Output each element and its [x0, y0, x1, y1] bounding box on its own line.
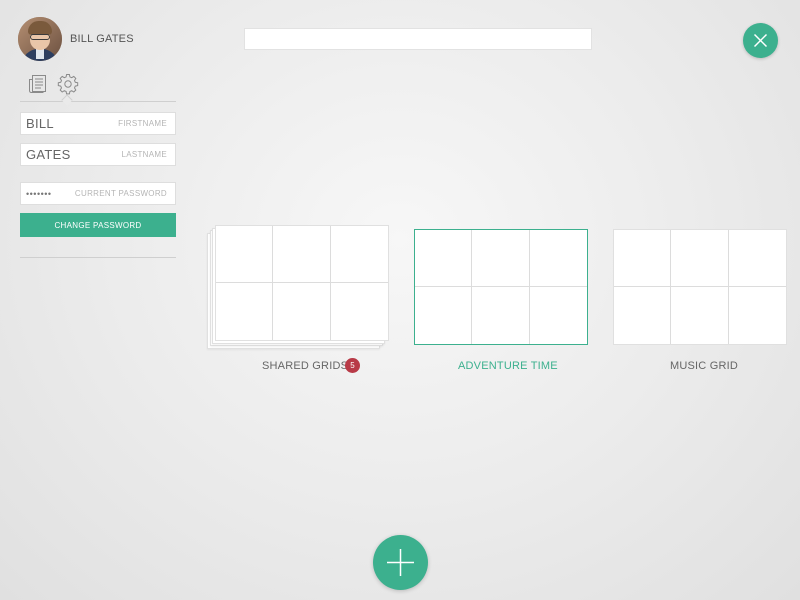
grid-label-adventure-time[interactable]: ADVENTURE TIME — [458, 360, 558, 372]
add-grid-button[interactable] — [373, 535, 428, 590]
current-password-value[interactable]: ••••••• — [26, 189, 52, 199]
sidebar-divider — [20, 257, 176, 258]
grid-label-shared-grids[interactable]: SHARED GRIDS — [262, 360, 348, 372]
shared-count-badge: 5 — [345, 358, 360, 373]
sidebar-tabs — [20, 70, 176, 106]
firstname-field[interactable]: BILL FIRSTNAME — [20, 112, 176, 135]
gear-icon[interactable] — [56, 72, 80, 96]
grid-thumbnail — [414, 229, 588, 345]
firstname-value[interactable]: BILL — [26, 116, 54, 131]
grid-thumbnail — [613, 229, 787, 345]
user-profile: BILL GATES — [18, 17, 134, 61]
close-button[interactable] — [743, 23, 778, 58]
grid-card-shared-grids[interactable] — [207, 225, 392, 355]
grid-thumbnail — [215, 225, 389, 341]
current-password-label: CURRENT PASSWORD — [74, 189, 167, 198]
lastname-label: LASTNAME — [121, 150, 167, 159]
grid-card-music-grid[interactable] — [613, 229, 787, 345]
grid-card-adventure-time[interactable] — [414, 229, 588, 345]
lastname-value[interactable]: GATES — [26, 147, 71, 162]
lastname-field[interactable]: GATES LASTNAME — [20, 143, 176, 166]
grid-label-music-grid[interactable]: MUSIC GRID — [670, 360, 738, 372]
search-input[interactable] — [244, 28, 592, 50]
avatar[interactable] — [18, 17, 62, 61]
close-icon — [753, 33, 768, 48]
current-password-field[interactable]: ••••••• CURRENT PASSWORD — [20, 182, 176, 205]
user-name: BILL GATES — [70, 33, 134, 45]
active-tab-pointer — [61, 94, 73, 106]
articles-icon[interactable] — [26, 72, 50, 96]
change-password-button[interactable]: CHANGE PASSWORD — [20, 213, 176, 237]
plus-icon — [387, 549, 414, 576]
firstname-label: FIRSTNAME — [118, 119, 167, 128]
